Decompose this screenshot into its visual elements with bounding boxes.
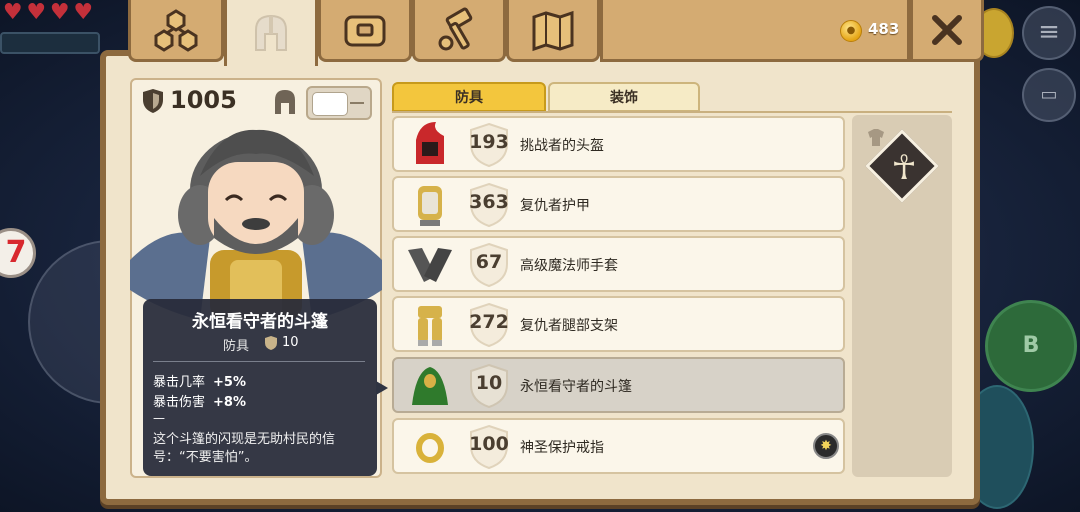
toggle-line [350,102,364,104]
health-hearts: ♥ ♥ ♥ ♥ [0,0,96,28]
currency-bar [600,0,910,62]
tooltip-stat: 暴击几率 +5% [153,375,246,390]
leg-armor-icon [418,306,442,346]
tooltip-description: 这个斗篷的闪现是无助村民的信号：“不要害怕”。 [153,432,336,465]
coin-icon: ● [840,20,862,42]
gold-ring-icon [416,433,444,463]
helmet-visibility-icon [275,90,295,114]
close-icon [932,14,962,45]
camera-button[interactable]: ▭ [1022,68,1076,122]
tab-crafting[interactable] [412,0,506,62]
tooltip-divider [153,361,365,362]
tab-armor[interactable]: 防具 [392,82,546,112]
item-name: 复仇者护甲 [520,198,590,214]
level-badge: 7 [0,228,36,278]
tooltip-defense: 10 [282,335,299,350]
item-name: 高级魔法师手套 [520,258,618,274]
item-name: 挑战者的头盔 [520,138,604,154]
tooltip-separator: — [153,411,165,425]
shield-icon [143,89,163,113]
equipment-row[interactable]: 193 挑战者的头盔 [392,116,845,172]
skill-tree-icon [154,8,198,52]
equipment-row[interactable]: 100 神圣保护戒指 ✸ [392,418,845,474]
tooltip-item-type: 防具 [223,339,250,354]
item-defense: 10 [475,372,503,394]
heart-icon: ♥ [73,0,94,25]
item-name: 永恒看守者的斗篷 [520,379,632,395]
tab-inventory[interactable] [318,0,412,62]
tab-accessories[interactable]: 装饰 [548,82,700,112]
item-defense: 193 [469,131,509,153]
item-defense: 272 [469,311,509,333]
category-divider [392,111,952,113]
equipment-row[interactable]: 67 高级魔法师手套 [392,236,845,292]
helmet-visibility-toggle[interactable] [306,86,372,120]
ankh-icon: ☥ [891,148,917,188]
tab-equipment[interactable] [224,0,318,66]
map-icon [532,10,574,51]
item-defense: 100 [469,433,509,455]
red-hood-helmet-icon [416,122,444,164]
b-button[interactable]: B [985,300,1077,392]
item-defense: 67 [475,251,503,273]
item-name: 复仇者腿部支架 [520,318,618,334]
heart-icon: ♥ [49,0,70,25]
menu-button[interactable]: ≡ [1022,6,1076,60]
heart-icon: ♥ [2,0,23,25]
gauntlets-icon [408,248,452,282]
star-badge-icon: ✸ [813,433,839,459]
equipment-row[interactable]: 272 复仇者腿部支架 [392,296,845,352]
defense-icon [265,336,277,350]
tab-map[interactable] [506,0,600,62]
total-defense: 1005 [170,86,237,114]
tab-skills[interactable] [128,0,224,62]
toggle-knob [312,92,348,116]
helmet-icon [255,14,287,51]
tooltip-title: 永恒看守者的斗篷 [192,312,328,332]
green-cloak-icon [412,367,448,405]
tooltip-pointer [376,381,388,395]
item-tooltip: 永恒看守者的斗篷 防具 10 暴击几率 +5% 暴击伤害 +8% — 这个斗篷的闪现… [143,299,377,476]
coin-count: 483 [868,20,900,38]
equipment-row-selected[interactable]: 10 永恒看守者的斗篷 [392,357,845,413]
stamina-bar [0,32,100,54]
item-name: 神圣保护戒指 [520,440,604,456]
close-button[interactable] [910,0,984,62]
heart-icon: ♥ [26,0,47,25]
gold-armor-icon [418,186,442,226]
item-defense: 363 [469,191,509,213]
chest-icon [344,15,386,46]
hammer-icon [438,7,473,50]
tooltip-stat: 暴击伤害 +8% [153,395,246,410]
equipment-row[interactable]: 363 复仇者护甲 [392,176,845,232]
